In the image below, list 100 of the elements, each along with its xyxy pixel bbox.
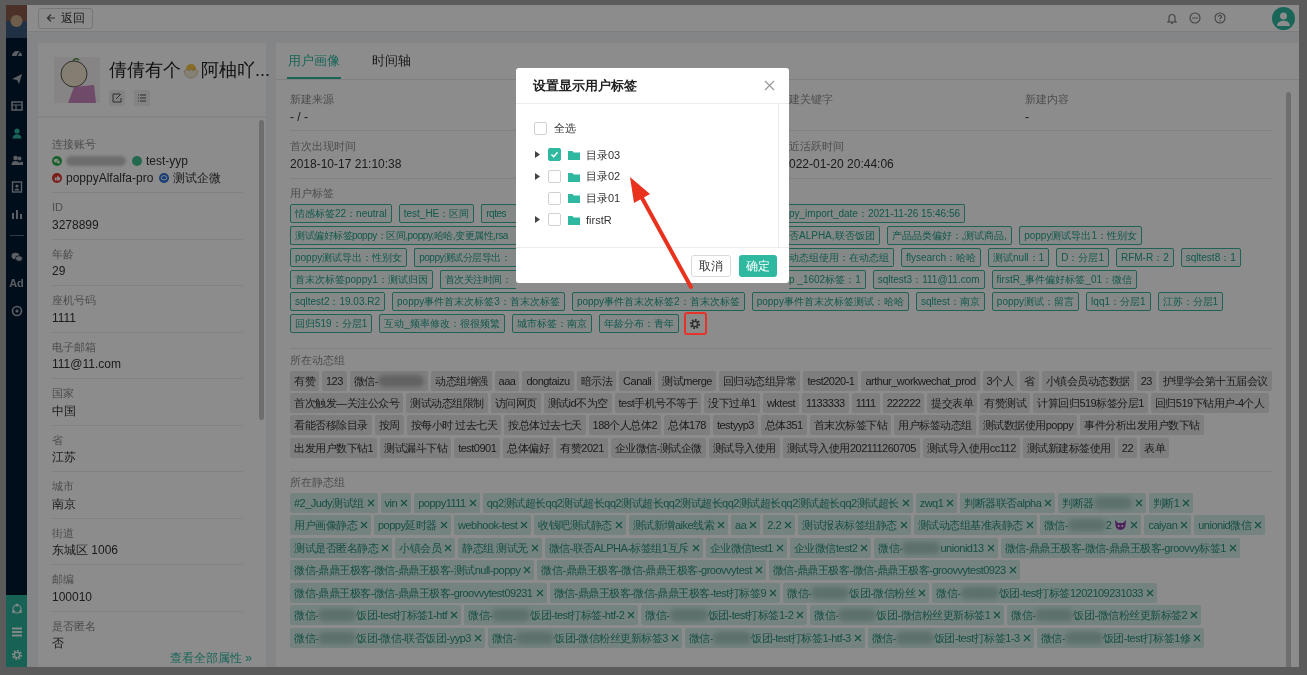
caret-icon[interactable] xyxy=(534,151,541,159)
group-tag: 计算回归519标签分层1 xyxy=(1033,393,1148,414)
close-icon[interactable] xyxy=(1145,588,1154,597)
group-tag: 有赞2021 xyxy=(556,437,608,458)
checkbox[interactable] xyxy=(548,213,561,227)
close-icon[interactable] xyxy=(1022,633,1031,642)
group-tag: 有赞测试 xyxy=(980,393,1031,414)
tag-label: poppy延时器 xyxy=(378,518,437,534)
user-tag: RFM-R：2 xyxy=(1115,248,1174,267)
close-icon[interactable] xyxy=(717,521,726,530)
tag-label: 微信- 饭团-test打标签1修 xyxy=(1040,630,1191,646)
caret-icon[interactable] xyxy=(534,216,541,224)
list-button[interactable] xyxy=(134,90,150,106)
cancel-button[interactable]: 取消 xyxy=(691,254,731,277)
tag-label: #2_Judy测试组 xyxy=(294,495,364,511)
tree-item-label[interactable]: 目录03 xyxy=(586,146,621,164)
account-name: poppyAlfalfa-pro xyxy=(66,171,154,185)
close-icon[interactable] xyxy=(899,521,908,530)
close-icon[interactable] xyxy=(754,566,763,575)
close-icon[interactable] xyxy=(946,498,955,507)
close-icon[interactable] xyxy=(468,498,477,507)
nav-item[interactable]: Ad xyxy=(9,278,24,289)
close-icon[interactable] xyxy=(691,543,700,552)
close-icon[interactable] xyxy=(444,543,452,552)
close-icon[interactable] xyxy=(535,588,544,597)
chat-bubbles-icon[interactable] xyxy=(10,250,23,263)
close-icon[interactable] xyxy=(1254,521,1263,530)
scrollbar[interactable] xyxy=(259,120,264,420)
users-icon[interactable] xyxy=(10,153,23,166)
close-icon[interactable] xyxy=(400,498,409,507)
close-icon[interactable] xyxy=(764,80,775,91)
edit-button[interactable] xyxy=(109,90,125,106)
scrollbar[interactable] xyxy=(1286,92,1291,667)
close-icon[interactable] xyxy=(769,588,777,597)
close-icon[interactable] xyxy=(360,521,368,530)
bar-chart-icon[interactable] xyxy=(10,207,23,220)
network-icon[interactable] xyxy=(10,602,23,615)
close-icon[interactable] xyxy=(670,633,679,642)
close-icon[interactable] xyxy=(614,521,623,530)
close-icon[interactable] xyxy=(450,611,459,620)
close-icon[interactable] xyxy=(1025,521,1034,530)
close-icon[interactable] xyxy=(1044,498,1053,507)
send-icon[interactable] xyxy=(10,72,23,85)
tree-item-label[interactable]: firstR xyxy=(586,211,612,229)
user-tag: D：分层1 xyxy=(1056,248,1109,267)
checkbox[interactable] xyxy=(548,148,561,162)
close-icon[interactable] xyxy=(1193,633,1202,642)
tag-label: 微信- 2 xyxy=(1043,518,1112,534)
group-tag: 测试导入使用cc112 xyxy=(922,437,1020,458)
checkbox[interactable] xyxy=(548,170,561,184)
bell-icon[interactable] xyxy=(1166,12,1178,24)
close-icon[interactable] xyxy=(523,566,532,575)
user-icon[interactable] xyxy=(10,126,23,139)
avatar[interactable] xyxy=(1272,6,1295,30)
caret-icon[interactable] xyxy=(534,173,541,181)
tab[interactable]: 时间轴 xyxy=(371,43,412,79)
tag-label: caiyan xyxy=(1148,518,1178,534)
close-icon[interactable] xyxy=(1008,566,1017,575)
close-icon[interactable] xyxy=(775,543,784,552)
close-icon[interactable] xyxy=(993,611,1002,620)
close-icon[interactable] xyxy=(901,498,910,507)
close-icon[interactable] xyxy=(473,633,482,642)
close-icon[interactable] xyxy=(784,521,793,530)
close-icon[interactable] xyxy=(1229,543,1237,552)
tag-label: 微信- 饭团-test打标签1-htf xyxy=(294,608,448,624)
close-icon[interactable] xyxy=(1182,498,1191,507)
close-icon[interactable] xyxy=(366,498,375,507)
close-icon[interactable] xyxy=(381,543,389,552)
close-icon[interactable] xyxy=(986,543,995,552)
close-icon[interactable] xyxy=(627,611,636,620)
help-icon[interactable] xyxy=(1214,12,1226,24)
close-icon[interactable] xyxy=(749,521,758,530)
close-icon[interactable] xyxy=(853,633,862,642)
close-icon[interactable] xyxy=(440,521,448,530)
close-icon[interactable] xyxy=(1190,611,1199,620)
target-icon[interactable] xyxy=(10,304,23,317)
settings-icon[interactable] xyxy=(689,317,702,330)
group-tag: 用户标签动态组 xyxy=(894,415,976,436)
checkbox[interactable] xyxy=(534,121,547,135)
close-icon[interactable] xyxy=(860,543,869,552)
group-tag: 没下过单1 xyxy=(704,393,760,414)
back-arrow-icon xyxy=(46,13,56,23)
group-tag: 22 xyxy=(1117,437,1138,458)
close-icon[interactable] xyxy=(796,611,805,620)
close-icon[interactable] xyxy=(1130,521,1139,530)
tree-item-label[interactable]: 目录01 xyxy=(586,189,621,207)
tag-label: 用户画像静态 xyxy=(294,518,357,534)
contact-card-icon[interactable] xyxy=(10,180,23,193)
close-icon[interactable] xyxy=(520,521,529,530)
list-icon[interactable] xyxy=(10,626,23,638)
layout-icon[interactable] xyxy=(10,99,23,112)
back-button[interactable]: 返回 xyxy=(38,7,93,29)
close-icon[interactable] xyxy=(530,543,539,552)
close-icon[interactable] xyxy=(918,588,927,597)
close-icon[interactable] xyxy=(1180,521,1189,530)
chat-icon[interactable] xyxy=(1189,12,1201,24)
checkbox[interactable] xyxy=(548,191,561,205)
tree-item-label[interactable]: 目录02 xyxy=(586,168,621,185)
user-tag: 首次关注时间： xyxy=(439,270,516,289)
close-icon[interactable] xyxy=(1134,498,1143,507)
